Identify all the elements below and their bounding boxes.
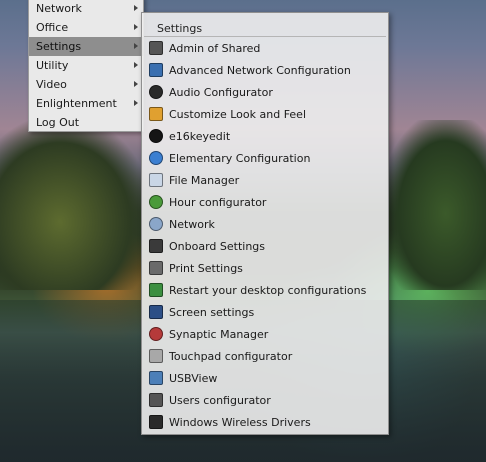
settings-item-touchpad-configurator[interactable]: Touchpad configurator — [142, 345, 388, 367]
settings-item-label: Customize Look and Feel — [169, 107, 307, 121]
settings-item-label: Hour configurator — [169, 195, 267, 209]
menu-item-enlightenment[interactable]: Enlightenment — [29, 94, 143, 113]
menu-item-label: Video — [36, 78, 67, 91]
settings-item-file-manager[interactable]: File Manager — [142, 169, 388, 191]
menu-item-label: Network — [36, 2, 82, 15]
printer-icon — [149, 261, 163, 275]
monitor-icon — [149, 305, 163, 319]
synaptic-icon — [149, 327, 163, 341]
settings-item-label: Advanced Network Configuration — [169, 63, 351, 77]
settings-item-audio-configurator[interactable]: Audio Configurator — [142, 81, 388, 103]
admin-icon — [149, 41, 163, 55]
settings-item-onboard-settings[interactable]: Onboard Settings — [142, 235, 388, 257]
menu-item-label: Utility — [36, 59, 69, 72]
settings-item-label: Screen settings — [169, 305, 255, 319]
menu-item-log-out[interactable]: Log Out — [29, 113, 143, 132]
menu-item-network[interactable]: Network — [29, 0, 143, 18]
submenu-arrow-icon — [134, 81, 138, 87]
menu-item-label: Settings — [36, 40, 82, 53]
settings-item-screen-settings[interactable]: Screen settings — [142, 301, 388, 323]
settings-item-e16keyedit[interactable]: e16keyedit — [142, 125, 388, 147]
settings-item-label: e16keyedit — [169, 129, 231, 143]
submenu-arrow-icon — [134, 5, 138, 11]
network-config-icon — [149, 63, 163, 77]
submenu-arrow-icon — [134, 100, 138, 106]
menu-item-office[interactable]: Office — [29, 18, 143, 37]
settings-item-network[interactable]: Network — [142, 213, 388, 235]
settings-item-label: Network — [169, 217, 215, 231]
submenu-arrow-icon — [134, 43, 138, 49]
menu-item-label: Enlightenment — [36, 97, 117, 110]
settings-item-admin-of-shared[interactable]: Admin of Shared — [142, 37, 388, 59]
menu-item-utility[interactable]: Utility — [29, 56, 143, 75]
settings-item-label: Onboard Settings — [169, 239, 266, 253]
e16-icon — [149, 129, 163, 143]
wallpaper-hill-left — [0, 120, 150, 290]
usb-icon — [149, 371, 163, 385]
settings-item-usbview[interactable]: USBView — [142, 367, 388, 389]
settings-item-windows-wireless-drivers[interactable]: Windows Wireless Drivers — [142, 411, 388, 433]
wireless-icon — [149, 415, 163, 429]
menu-item-label: Office — [36, 21, 69, 34]
keyboard-icon — [149, 239, 163, 253]
speaker-icon — [149, 85, 163, 99]
settings-item-label: Windows Wireless Drivers — [169, 415, 311, 429]
settings-item-synaptic-manager[interactable]: Synaptic Manager — [142, 323, 388, 345]
settings-item-label: Audio Configurator — [169, 85, 273, 99]
file-manager-icon — [149, 173, 163, 187]
submenu-title: Settings — [157, 22, 203, 35]
menu-item-settings[interactable]: Settings — [29, 37, 143, 56]
settings-item-advanced-network-configuration[interactable]: Advanced Network Configuration — [142, 59, 388, 81]
settings-item-label: File Manager — [169, 173, 240, 187]
globe-icon — [149, 151, 163, 165]
touchpad-icon — [149, 349, 163, 363]
paint-icon — [149, 107, 163, 121]
settings-item-hour-configurator[interactable]: Hour configurator — [142, 191, 388, 213]
settings-item-label: Print Settings — [169, 261, 243, 275]
settings-item-label: Synaptic Manager — [169, 327, 269, 341]
settings-submenu: Settings Admin of Shared Advanced Networ… — [141, 12, 389, 435]
network-icon — [149, 217, 163, 231]
settings-item-elementary-configuration[interactable]: Elementary Configuration — [142, 147, 388, 169]
menu-item-label: Log Out — [36, 116, 80, 129]
wallpaper-hill-right — [385, 120, 486, 290]
settings-item-label: Elementary Configuration — [169, 151, 311, 165]
clock-icon — [149, 195, 163, 209]
main-menu: Network Office Settings Utility Video En… — [28, 0, 144, 132]
submenu-arrow-icon — [134, 24, 138, 30]
restart-icon — [149, 283, 163, 297]
settings-item-label: Admin of Shared — [169, 41, 261, 55]
settings-item-label: Users configurator — [169, 393, 271, 407]
settings-item-restart-desktop-configurations[interactable]: Restart your desktop configurations — [142, 279, 388, 301]
settings-item-users-configurator[interactable]: Users configurator — [142, 389, 388, 411]
settings-item-label: Touchpad configurator — [169, 349, 293, 363]
menu-item-video[interactable]: Video — [29, 75, 143, 94]
settings-item-print-settings[interactable]: Print Settings — [142, 257, 388, 279]
settings-item-customize-look-and-feel[interactable]: Customize Look and Feel — [142, 103, 388, 125]
submenu-arrow-icon — [134, 62, 138, 68]
settings-item-label: USBView — [169, 371, 218, 385]
users-icon — [149, 393, 163, 407]
settings-item-label: Restart your desktop configurations — [169, 283, 367, 297]
